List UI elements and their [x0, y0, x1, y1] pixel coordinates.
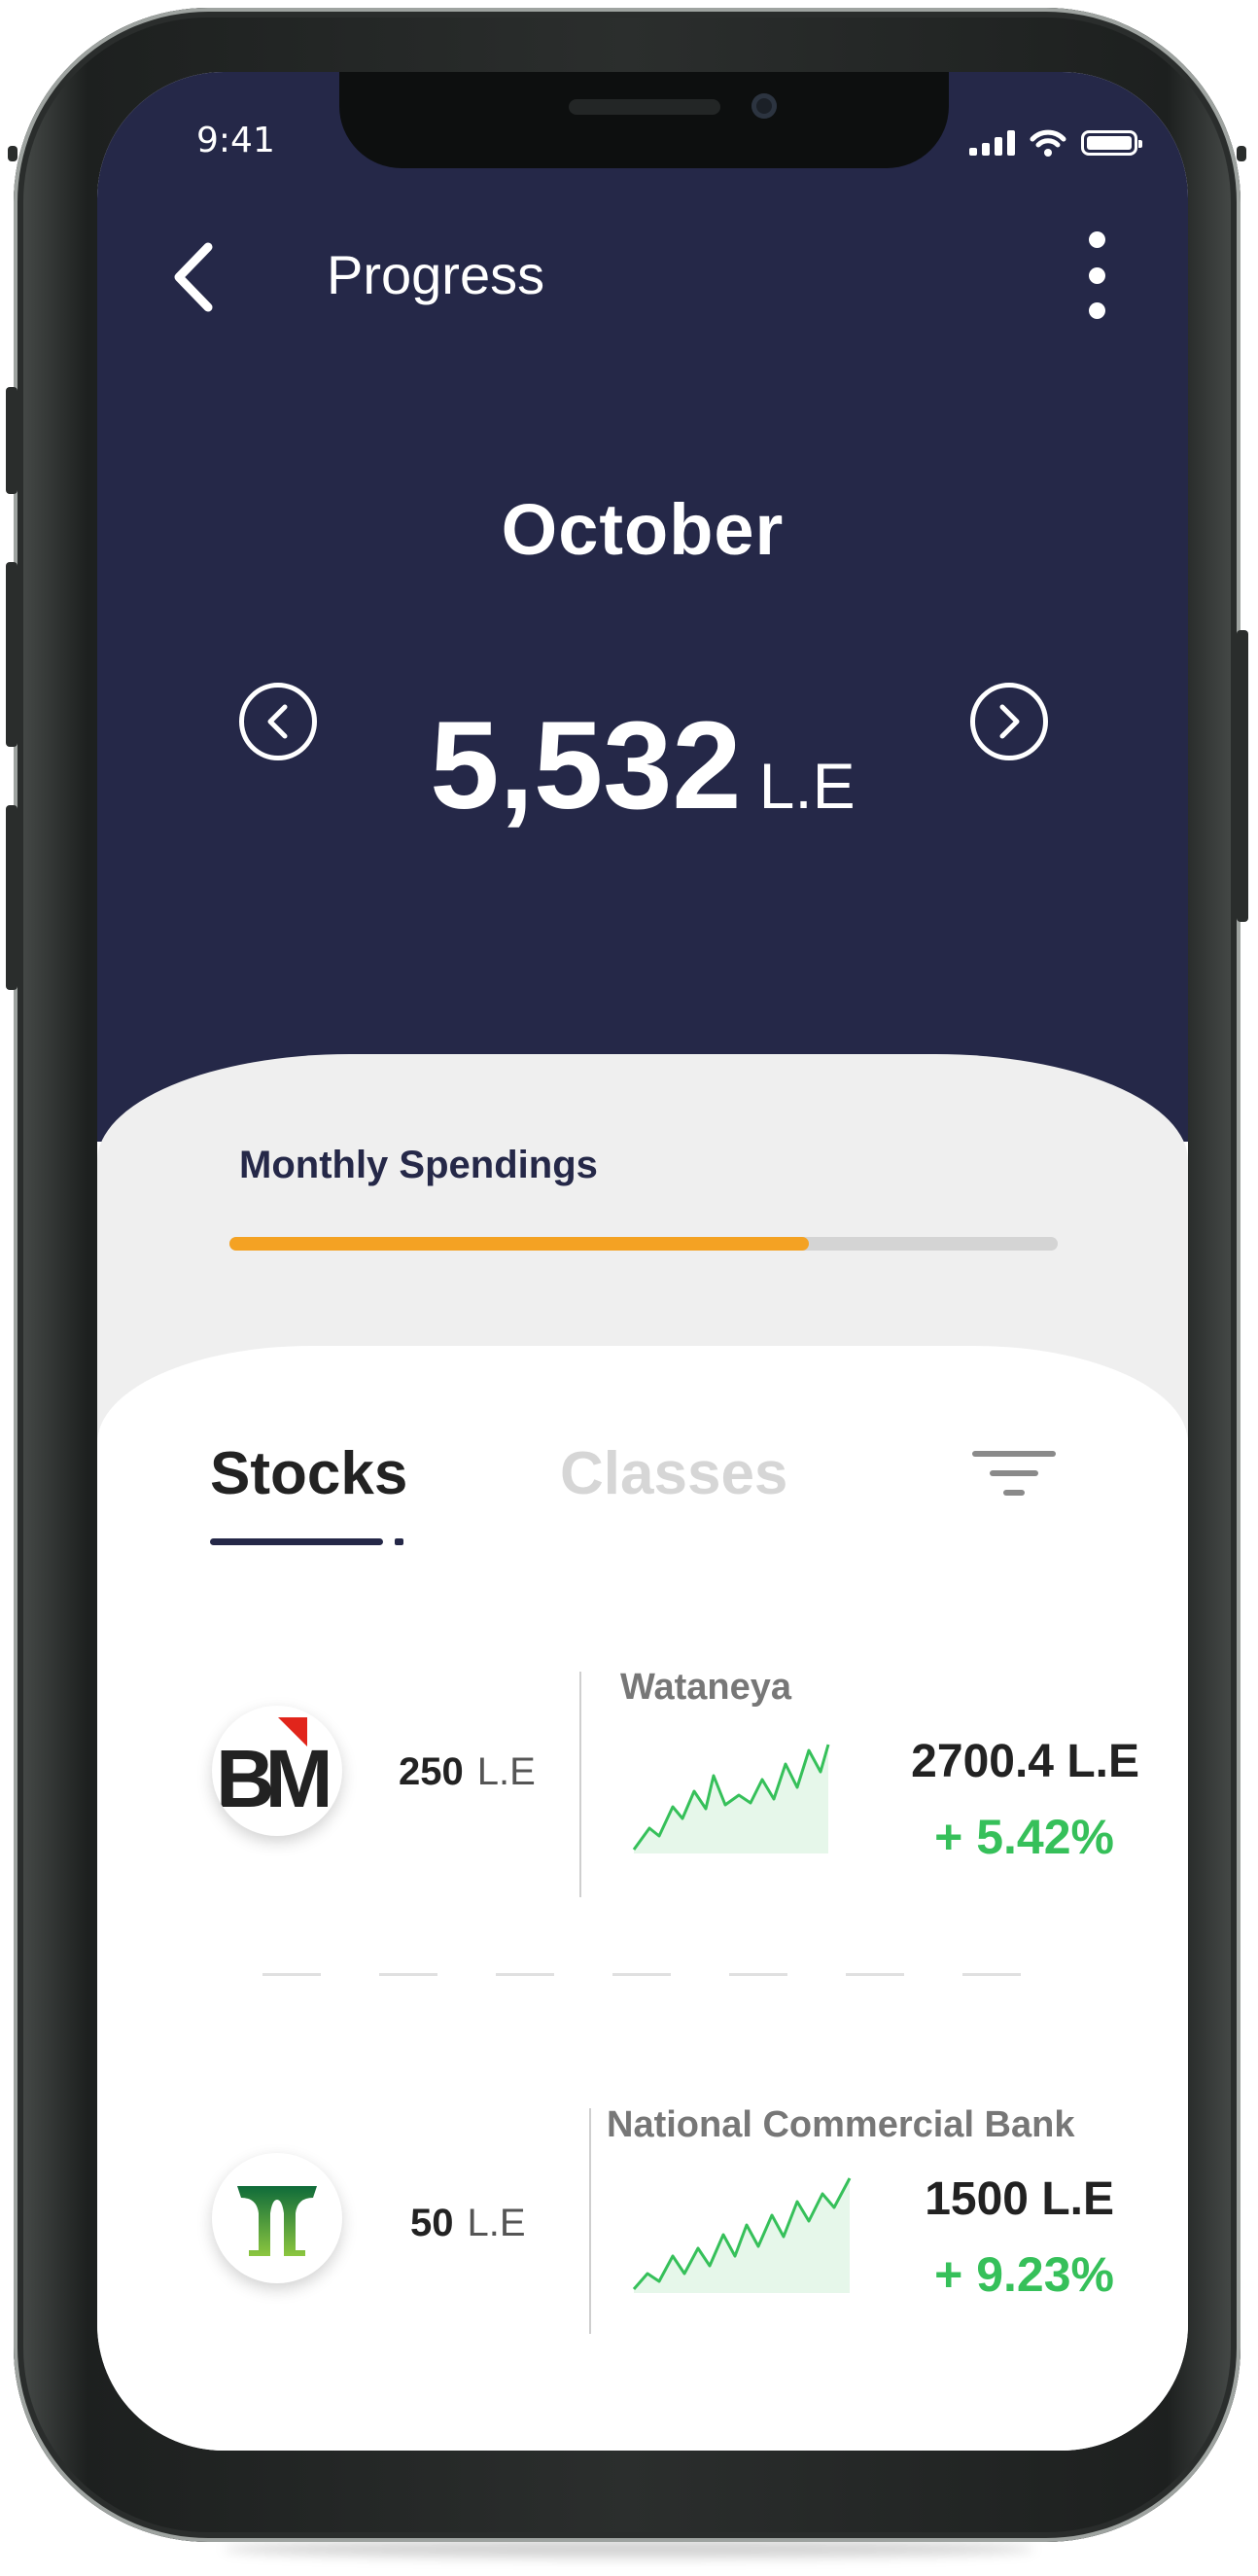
phone-side-marker — [1237, 146, 1246, 161]
active-tab-indicator-dot — [395, 1538, 403, 1545]
ncb-logo — [212, 2153, 342, 2283]
power-button — [1237, 630, 1248, 922]
volume-up-button — [6, 562, 17, 747]
back-chevron-icon — [174, 242, 213, 312]
front-camera — [751, 93, 777, 119]
stock-sparkline — [632, 1744, 830, 1853]
buy-amount: 250 L.E — [399, 1750, 536, 1794]
stock-price: 2700.4 L.E — [911, 1736, 1139, 1787]
more-vertical-icon — [1088, 231, 1105, 248]
header — [97, 72, 1188, 1142]
phone-side-marker — [8, 146, 17, 161]
buy-amount-unit: L.E — [476, 1750, 536, 1793]
filter-icon — [972, 1451, 1056, 1457]
battery-icon — [1081, 130, 1142, 156]
stock-name: Wataneya — [620, 1667, 791, 1708]
stock-change: + 5.42% — [934, 1810, 1114, 1864]
spending-progress-track — [229, 1237, 1058, 1251]
buy-amount: 50 L.E — [410, 2202, 526, 2245]
row-divider — [589, 2108, 591, 2334]
buy-amount-value: 250 — [399, 1750, 464, 1793]
phone-frame: 9:41 Progress October 5,532 L.E Monthly … — [6, 8, 1248, 2542]
svg-text:BM: BM — [216, 1733, 329, 1824]
status-icons — [969, 128, 1142, 158]
speaker — [569, 99, 720, 115]
active-tab-indicator — [210, 1538, 383, 1545]
filter-button[interactable] — [972, 1443, 1056, 1505]
tab-stocks[interactable]: Stocks — [210, 1439, 407, 1508]
total-amount: 5,532 L.E — [97, 694, 1188, 837]
back-button[interactable] — [161, 233, 229, 321]
stock-change: + 9.23% — [934, 2247, 1114, 2302]
phone-shadow — [224, 2540, 1034, 2558]
stock-price: 1500 L.E — [925, 2173, 1114, 2225]
volume-down-button — [6, 805, 17, 990]
app-screen: 9:41 Progress October 5,532 L.E Monthly … — [97, 72, 1188, 2451]
amount-value: 5,532 — [430, 696, 742, 835]
spending-progress-fill — [229, 1237, 810, 1251]
stock-sparkline — [632, 2177, 852, 2293]
bm-logo: BM — [212, 1706, 342, 1836]
row-separator — [262, 1973, 1021, 1976]
tab-classes[interactable]: Classes — [560, 1439, 787, 1508]
ncb-logo-icon — [237, 2186, 317, 2256]
status-time: 9:41 — [196, 121, 275, 160]
buy-amount-value: 50 — [410, 2202, 454, 2244]
stock-name: National Commercial Bank — [607, 2104, 1075, 2145]
bm-logo-icon: BM — [216, 1717, 338, 1824]
spending-label: Monthly Spendings — [239, 1144, 598, 1186]
notch — [339, 72, 949, 168]
mute-switch — [6, 387, 17, 494]
page-title: Progress — [327, 244, 545, 305]
more-options-button[interactable] — [1077, 231, 1116, 319]
signal-icon — [969, 130, 1015, 156]
month-label: October — [501, 489, 785, 570]
amount-unit: L.E — [758, 750, 856, 822]
wifi-icon — [1030, 129, 1066, 157]
row-divider — [579, 1672, 581, 1897]
buy-amount-unit: L.E — [467, 2202, 526, 2244]
